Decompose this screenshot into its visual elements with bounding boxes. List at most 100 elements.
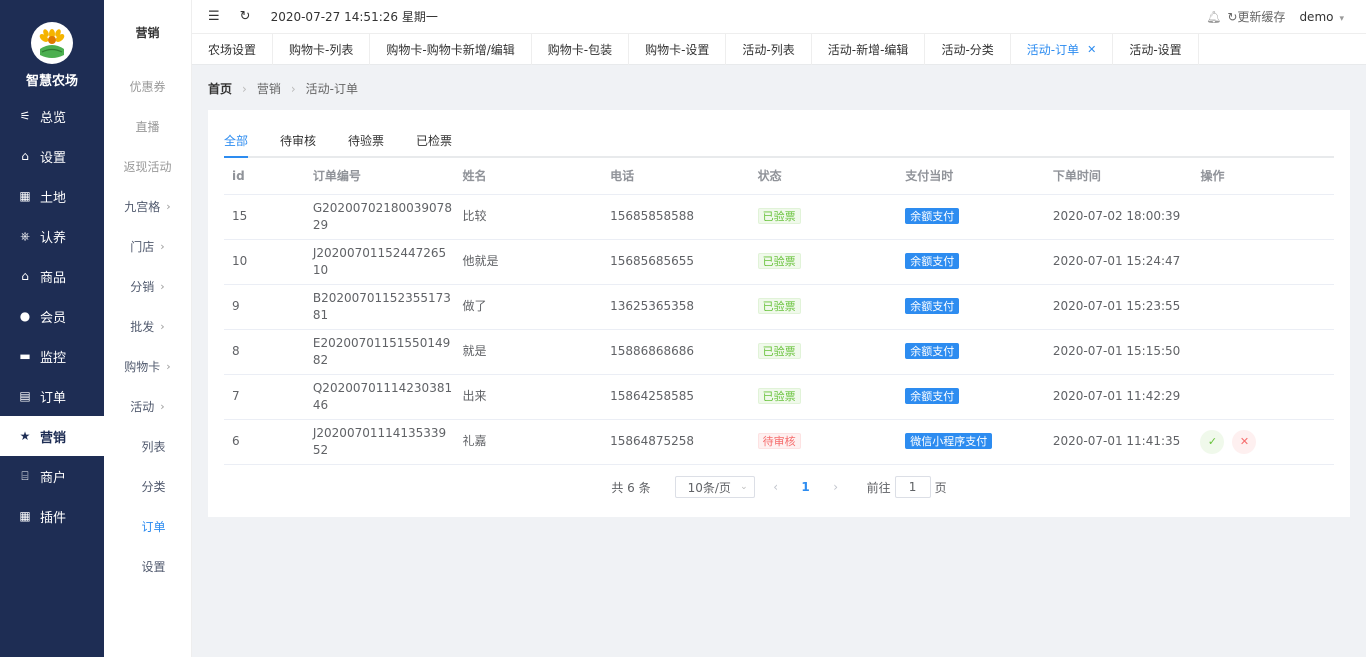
cell-name: 出来 — [454, 374, 603, 420]
sub-nav-item-1[interactable]: 直播 — [104, 106, 191, 146]
sub-nav-item-11[interactable]: 订单 — [104, 506, 191, 546]
nav-item-4[interactable]: ⌂ 商品 — [0, 256, 104, 296]
reject-close-icon[interactable]: ✕ — [1232, 429, 1257, 454]
status-tab-3[interactable]: 已检票 — [416, 132, 452, 156]
cell-id: 15 — [224, 194, 305, 240]
cell-id: 8 — [224, 329, 305, 375]
sub-nav-item-0[interactable]: 优惠券 — [104, 66, 191, 106]
sub-nav-item-10[interactable]: 分类 — [104, 466, 191, 506]
nav-item-1[interactable]: ⌂ 设置 — [0, 136, 104, 176]
cell-id-value: 10 — [232, 254, 248, 268]
tab-0[interactable]: 农场设置 — [192, 34, 274, 65]
sub-sidebar: 营销 优惠券 直播 返现活动 九宫格 › 门店 › 分销 › 批发 › 购物卡 › 活动 › 列表 分类 订单 设置 — [104, 0, 192, 657]
tab-5[interactable]: 活动-列表 — [726, 34, 812, 65]
star-icon: ★ — [19, 429, 31, 443]
nav-item-8[interactable]: ★ 营销 — [0, 416, 104, 456]
tab-1[interactable]: 购物卡-列表 — [273, 34, 371, 65]
top-bar: ☰ ↻ 2020-07-27 14:51:26 星期一 🔔︎ ↻更新缓存 dem… — [192, 0, 1366, 33]
table-row: 15 G2020070218003907829 比较 15685858588 已验票 余额… — [224, 194, 1334, 240]
nav-item-0[interactable]: ⚟ 总览 — [0, 96, 104, 136]
nav-item-2[interactable]: ▦ 土地 — [0, 176, 104, 216]
nav-item-9[interactable]: ⌸ 商户 — [0, 456, 104, 496]
goto-label: 前往 — [866, 480, 891, 495]
sub-nav-item-3[interactable]: 九宫格 › — [104, 186, 191, 226]
nav-item-5[interactable]: ● 会员 — [0, 296, 104, 336]
cell-status: 待审核 — [749, 419, 898, 465]
sub-nav-item-9[interactable]: 列表 — [104, 426, 191, 466]
cell-payment: 余额支付 — [897, 284, 1045, 330]
tab-label: 活动-列表 — [742, 43, 795, 57]
cell-time-value: 2020-07-01 15:24:47 — [1052, 254, 1181, 268]
sub-nav-item-6[interactable]: 批发 › — [104, 306, 191, 346]
tab-7[interactable]: 活动-分类 — [925, 34, 1011, 65]
cell-name: 就是 — [454, 329, 603, 375]
cell-order-no-value: J2020070111413533952 — [312, 425, 447, 457]
nav-item-3[interactable]: ⎈ 认养 — [0, 216, 104, 256]
approve-check-icon[interactable]: ✓ — [1200, 429, 1225, 454]
sub-nav-item-4[interactable]: 门店 › — [104, 226, 191, 266]
next-page-button[interactable]: › — [821, 480, 851, 494]
grid-icon: ▦ — [19, 189, 31, 203]
nav-item-6[interactable]: ▬ 监控 — [0, 336, 104, 376]
tab-3[interactable]: 购物卡-包装 — [532, 34, 630, 65]
cell-order-no: J2020070115244726510 — [304, 239, 455, 285]
tab-label: 活动-新增-编辑 — [827, 43, 909, 57]
cell-actions — [1192, 329, 1334, 375]
tab-6[interactable]: 活动-新增-编辑 — [812, 34, 926, 65]
nav-item-10[interactable]: ▦ 插件 — [0, 496, 104, 536]
menu-toggle-icon[interactable]: ☰ — [208, 9, 220, 24]
sub-nav-item-8[interactable]: 活动 › — [104, 386, 191, 426]
breadcrumb-level1: 营销 — [256, 82, 281, 96]
page-size-select[interactable]: 10条/页 ⌄ — [674, 476, 755, 498]
cell-status-value: 已验票 — [757, 343, 801, 359]
tab-4[interactable]: 购物卡-设置 — [629, 34, 727, 65]
close-icon[interactable]: ✕ — [1087, 43, 1096, 56]
status-tab-0[interactable]: 全部 — [224, 132, 249, 158]
cell-payment: 余额支付 — [897, 374, 1045, 420]
sub-nav-item-5[interactable]: 分销 › — [104, 266, 191, 306]
status-tab-2[interactable]: 待验票 — [348, 132, 384, 156]
sub-nav-item-label: 订单 — [141, 519, 166, 534]
cell-payment-value: 余额支付 — [905, 343, 960, 359]
sub-nav-item-2[interactable]: 返现活动 — [104, 146, 191, 186]
user-menu[interactable]: demo ▾ — [1299, 10, 1344, 24]
cell-order-no: E2020070115155014982 — [304, 329, 455, 375]
cell-payment-value: 微信小程序支付 — [905, 433, 993, 449]
main-nav: ⚟ 总览 ⌂ 设置 ▦ 土地 ⎈ 认养 ⌂ 商品 ● 会员 ▬ 监控 ▤ 订单 ★ 营销 ⌸ 商户 ▦ 插件 — [0, 96, 104, 536]
sub-nav-item-label: 活动 — [130, 399, 155, 414]
nav-item-label: 订单 — [40, 390, 67, 406]
page-number[interactable]: 1 — [791, 480, 821, 494]
cell-payment-value: 余额支付 — [905, 208, 960, 224]
breadcrumb-home[interactable]: 首页 — [208, 80, 232, 97]
sub-nav-item-12[interactable]: 设置 — [104, 546, 191, 586]
tab-label: 购物卡-列表 — [289, 43, 354, 57]
refresh-cache-button[interactable]: ↻更新缓存 — [1227, 8, 1285, 25]
table-body: 15 G2020070218003907829 比较 15685858588 已验票 余额… — [224, 194, 1334, 465]
tab-2[interactable]: 购物卡-购物卡新增/编辑 — [370, 34, 532, 65]
sub-nav-item-7[interactable]: 购物卡 › — [104, 346, 191, 386]
tab-9[interactable]: 活动-设置 — [1113, 34, 1199, 65]
prev-page-button[interactable]: ‹ — [761, 480, 791, 494]
refresh-icon[interactable]: ↻ — [240, 9, 251, 24]
bell-icon[interactable]: 🔔︎ — [1206, 10, 1221, 24]
nav-item-label: 监控 — [40, 350, 67, 366]
status-tab-1[interactable]: 待审核 — [280, 132, 316, 156]
column-header: id — [224, 158, 305, 195]
tab-8[interactable]: 活动-订单 ✕ — [1011, 34, 1114, 65]
sub-nav-item-label: 列表 — [141, 439, 166, 454]
nav-item-7[interactable]: ▤ 订单 — [0, 376, 104, 416]
cell-order-no: B2020070115235517381 — [304, 284, 455, 330]
column-header: 操作 — [1192, 158, 1334, 195]
cell-order-no-value: Q2020070111423038146 — [312, 380, 453, 412]
cell-payment-value: 余额支付 — [905, 388, 960, 404]
cell-name: 比较 — [454, 194, 603, 240]
cell-status: 已验票 — [749, 194, 898, 240]
grid-icon: ▦ — [19, 509, 31, 523]
table-row: 10 J2020070115244726510 他就是 15685685655 已验票 余… — [224, 239, 1334, 285]
breadcrumb-separator-icon: › — [242, 81, 247, 96]
cell-actions — [1192, 374, 1334, 420]
app-logo[interactable]: 智慧农场 — [0, 0, 104, 96]
goto-page-input[interactable] — [894, 476, 931, 498]
sub-nav-item-label: 设置 — [141, 559, 166, 574]
sub-nav-item-label: 返现活动 — [123, 159, 172, 174]
